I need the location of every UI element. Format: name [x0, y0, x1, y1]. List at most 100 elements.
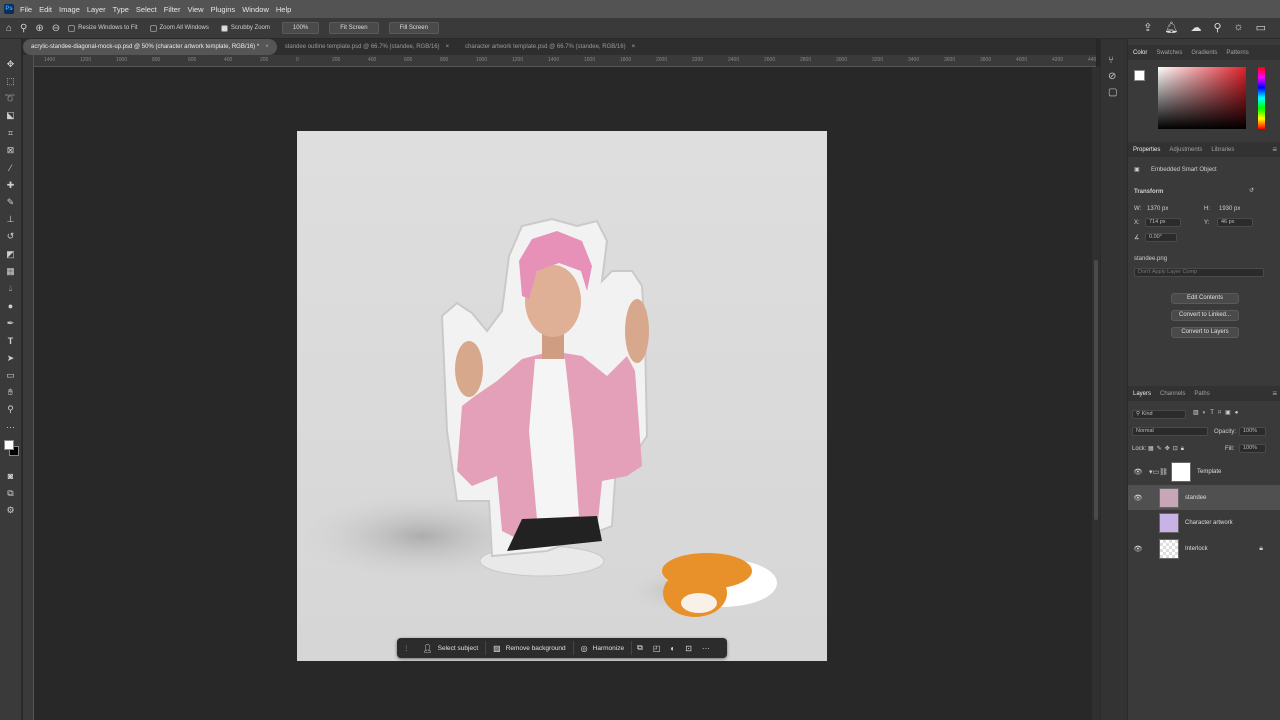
more-tools-icon[interactable]: ··· [4, 420, 18, 434]
close-icon[interactable]: × [446, 44, 450, 50]
menu-image[interactable]: Image [59, 5, 80, 14]
tab-character-artwork[interactable]: character artwork template.psd @ 66.7% (… [457, 39, 643, 55]
foreground-color-swatch[interactable] [3, 439, 14, 450]
zoom-tool-icon-left[interactable]: ⚲ [4, 403, 18, 417]
scrollbar-thumb[interactable] [1094, 260, 1098, 520]
blur-tool-icon[interactable]: 💧︎ [4, 282, 18, 296]
zoom-out-icon[interactable]: ⊖ [52, 23, 60, 34]
tab-channels[interactable]: Channels [1160, 391, 1185, 397]
history-brush-tool-icon[interactable]: ↺ [4, 230, 18, 244]
tab-standee-outline[interactable]: standee outline template.psd @ 66.7% (st… [277, 39, 457, 55]
tab-color[interactable]: Color [1133, 50, 1147, 56]
convert-to-layers-button[interactable]: Convert to Layers [1171, 327, 1239, 338]
opacity-field[interactable]: 100% [1239, 427, 1266, 436]
brush-tool-icon[interactable]: ✎ [4, 195, 18, 209]
marquee-tool-icon[interactable]: ⬚ [4, 74, 18, 88]
eraser-tool-icon[interactable]: ◩ [4, 247, 18, 261]
reset-icon[interactable]: ↺ [1249, 187, 1254, 194]
layer-filter-icons[interactable]: ▨◐T⌑▣● [1193, 409, 1242, 416]
search-icon[interactable]: ⚲ [1213, 21, 1221, 34]
notifications-icon[interactable]: 🔔︎ [1164, 21, 1178, 34]
color-swatches[interactable] [3, 438, 19, 458]
workspace-icon[interactable]: ▭ [1256, 21, 1266, 34]
lock-icons[interactable]: ▦✎✥⊡🔒︎ [1148, 445, 1187, 453]
discover-icon[interactable]: ☼ [1234, 21, 1244, 34]
y-field[interactable]: 46 px [1217, 218, 1253, 227]
tab-gradients[interactable]: Gradients [1191, 50, 1217, 56]
hand-tool-icon[interactable]: ✋︎ [4, 386, 18, 400]
menu-view[interactable]: View [187, 5, 203, 14]
resize-windows-checkbox[interactable] [68, 24, 76, 32]
menu-window[interactable]: Window [242, 5, 269, 14]
layer-standee[interactable]: 👁︎ standee [1128, 485, 1280, 510]
zoom-in-icon[interactable]: ⊕ [35, 23, 43, 34]
crop-tool-icon[interactable]: ⌗ [4, 126, 18, 140]
eyedropper-tool-icon[interactable]: ⁄ [4, 161, 18, 175]
remove-background-button[interactable]: ▨ Remove background [486, 641, 574, 655]
tab-acrylic-standee[interactable]: acrylic-standee-diagonal-mock-up.psd @ 5… [23, 39, 277, 55]
edit-toolbar-icon[interactable]: ⚙ [4, 503, 18, 517]
menu-layer[interactable]: Layer [87, 5, 106, 14]
eye-icon[interactable]: 👁︎ [1131, 494, 1145, 502]
quick-mask-icon[interactable]: ◙ [4, 469, 18, 483]
panel-menu-icon[interactable]: ≡ [1272, 389, 1277, 398]
close-icon[interactable]: × [632, 44, 636, 50]
layer-interlock[interactable]: 👁︎ Interlock 🔒︎ [1128, 536, 1280, 561]
clone-stamp-tool-icon[interactable]: ⊥ [4, 213, 18, 227]
tab-properties[interactable]: Properties [1133, 147, 1160, 153]
cloud-icon[interactable]: ☁ [1190, 21, 1201, 34]
share-icon[interactable]: ⇪ [1143, 21, 1152, 34]
adjustment-icon[interactable]: ◐ [670, 644, 675, 653]
rectangle-tool-icon[interactable]: ▭ [4, 368, 18, 382]
filter-kind-select[interactable]: ⚲ Kind [1132, 410, 1186, 419]
comments-icon[interactable]: ▢ [1108, 87, 1117, 98]
tab-layers[interactable]: Layers [1133, 391, 1151, 397]
angle-field[interactable]: 0.00° [1145, 233, 1177, 242]
path-selection-tool-icon[interactable]: ➤ [4, 351, 18, 365]
zoom-all-option[interactable]: Zoom All Windows [149, 24, 209, 32]
eye-icon[interactable]: 👁︎ [1131, 545, 1145, 553]
tab-swatches[interactable]: Swatches [1156, 50, 1182, 56]
tab-patterns[interactable]: Patterns [1226, 50, 1248, 56]
close-icon[interactable]: × [265, 44, 269, 50]
scrubby-zoom-option[interactable]: Scrubby Zoom [220, 24, 270, 32]
panel-fg-swatch[interactable] [1134, 70, 1145, 81]
screen-mode-icon[interactable]: ⧉ [4, 486, 18, 500]
edit-contents-button[interactable]: Edit Contents [1171, 293, 1239, 304]
mask-icon[interactable]: ⊡ [685, 644, 692, 653]
drag-handle-icon[interactable]: ⋮ [403, 644, 410, 652]
w-value[interactable]: 1370 px [1147, 206, 1168, 212]
tab-libraries[interactable]: Libraries [1211, 147, 1234, 153]
tab-paths[interactable]: Paths [1194, 391, 1209, 397]
menu-type[interactable]: Type [113, 5, 129, 14]
fill-screen-button[interactable]: Fill Screen [388, 22, 439, 34]
hue-slider[interactable] [1258, 67, 1265, 129]
home-icon[interactable]: ⌂ [6, 23, 12, 34]
layer-template[interactable]: 👁︎ ▾▭⛓ Template [1128, 459, 1280, 484]
zoom-all-checkbox[interactable] [149, 24, 157, 32]
menu-plugins[interactable]: Plugins [211, 5, 236, 14]
history-icon[interactable]: ⑂ [1108, 55, 1114, 66]
h-value[interactable]: 1930 px [1219, 206, 1240, 212]
menu-select[interactable]: Select [136, 5, 157, 14]
frame-tool-icon[interactable]: ⊠ [4, 143, 18, 157]
fill-field[interactable]: 100% [1239, 444, 1266, 453]
dodge-tool-icon[interactable]: ● [4, 299, 18, 313]
healing-brush-tool-icon[interactable]: ✚ [4, 178, 18, 192]
harmonize-button[interactable]: ◎ Harmonize [574, 641, 633, 655]
zoom-tool-icon[interactable]: ⚲ [20, 23, 27, 34]
fit-screen-button[interactable]: Fit Screen [329, 22, 379, 34]
select-subject-button[interactable]: 👤︎ Select subject [416, 641, 487, 655]
zoom-100-button[interactable]: 100% [281, 22, 320, 34]
resize-windows-option[interactable]: Resize Windows to Fit [68, 24, 138, 32]
gradient-tool-icon[interactable]: ▦ [4, 265, 18, 279]
menu-file[interactable]: File [20, 5, 32, 14]
x-field[interactable]: 714 px [1145, 218, 1181, 227]
type-tool-icon[interactable]: T [4, 334, 18, 348]
more-options-icon[interactable]: ··· [702, 644, 710, 653]
pen-tool-icon[interactable]: ✒ [4, 316, 18, 330]
layer-character-artwork[interactable]: Character artwork [1128, 510, 1280, 535]
convert-to-linked-button[interactable]: Convert to Linked... [1171, 310, 1239, 321]
layer-comp-select[interactable]: Don't Apply Layer Comp [1134, 268, 1264, 277]
transform-icon[interactable]: ◰ [653, 644, 661, 653]
